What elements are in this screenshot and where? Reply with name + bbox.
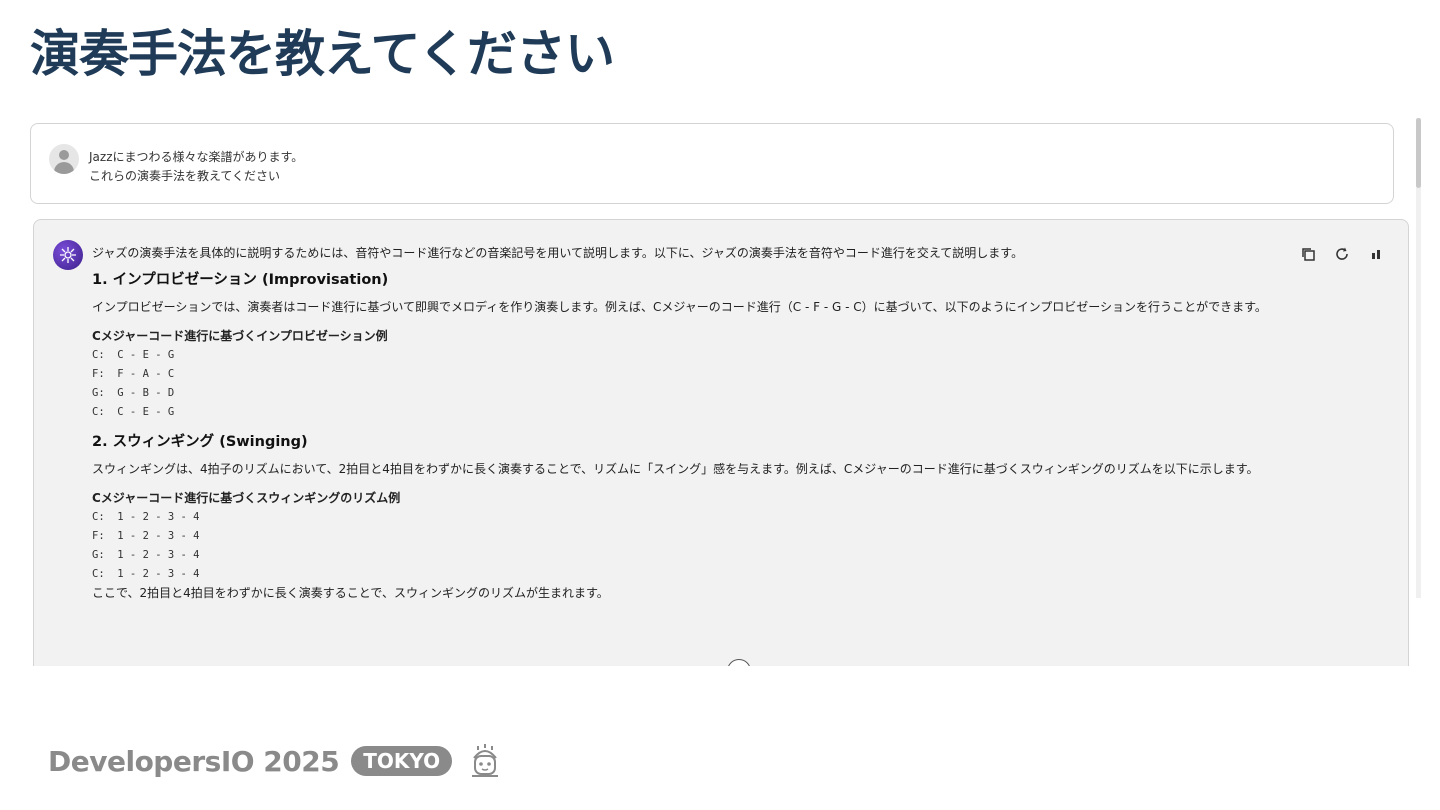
message-actions	[1298, 244, 1386, 264]
example-line: C: C - E - G	[92, 406, 175, 418]
user-message-line-2: これらの演奏手法を教えてください	[89, 169, 281, 183]
section-heading: 2. スウィンギング (Swinging)	[92, 434, 308, 450]
brand-name: DevelopersIO 2025	[48, 744, 340, 778]
user-message-card: Jazzにまつわる様々な楽譜があります。 これらの演奏手法を教えてください	[30, 123, 1394, 204]
user-message-text: Jazzにまつわる様々な楽譜があります。 これらの演奏手法を教えてください	[89, 148, 303, 186]
assistant-message-content: ジャズの演奏手法を具体的に説明するためには、音符やコード進行などの音楽記号を用い…	[92, 244, 1292, 602]
event-branding: DevelopersIO 2025 TOKYO	[48, 742, 504, 780]
example-line: F: 1 - 2 - 3 - 4	[92, 530, 200, 542]
brand-badge: TOKYO	[351, 746, 453, 776]
section-paragraph: インプロビゼーションでは、演奏者はコード進行に基づいて即興でメロディを作り演奏し…	[92, 300, 1267, 314]
example-line: C: 1 - 2 - 3 - 4	[92, 568, 200, 580]
example-line: F: F - A - C	[92, 368, 175, 380]
example-title: Cメジャーコード進行に基づくスウィンギングのリズム例	[92, 491, 401, 505]
bar-chart-icon[interactable]	[1366, 244, 1386, 264]
scrollbar[interactable]	[1416, 118, 1421, 598]
scrollbar-thumb[interactable]	[1416, 118, 1421, 188]
mascot-icon	[472, 744, 499, 777]
assistant-intro: ジャズの演奏手法を具体的に説明するためには、音符やコード進行などの音楽記号を用い…	[92, 246, 1024, 260]
example-line: G: 1 - 2 - 3 - 4	[92, 549, 200, 561]
assistant-message-card: ジャズの演奏手法を具体的に説明するためには、音符やコード進行などの音楽記号を用い…	[33, 219, 1409, 666]
copy-icon[interactable]	[1298, 244, 1318, 264]
slide-title: 演奏手法を教えてください	[30, 25, 615, 83]
section-paragraph: スウィンギングは、4拍子のリズムにおいて、2拍目と4拍目をわずかに長く演奏するこ…	[92, 462, 1259, 476]
section-heading: 1. インプロビゼーション (Improvisation)	[92, 272, 389, 288]
example-line: C: C - E - G	[92, 349, 175, 361]
bot-avatar-icon	[53, 240, 83, 270]
trailing-text: ここで、2拍目と4拍目をわずかに長く演奏することで、スウィンギングのリズムが生ま…	[92, 586, 609, 600]
example-line: C: 1 - 2 - 3 - 4	[92, 511, 200, 523]
user-avatar-icon	[49, 144, 79, 174]
user-message-line-1: Jazzにまつわる様々な楽譜があります。	[89, 150, 304, 164]
refresh-icon[interactable]	[1332, 244, 1352, 264]
example-line: G: G - B - D	[92, 387, 175, 399]
scroll-down-button[interactable]	[727, 659, 751, 666]
example-title: Cメジャーコード進行に基づくインプロビゼーション例	[92, 329, 388, 343]
